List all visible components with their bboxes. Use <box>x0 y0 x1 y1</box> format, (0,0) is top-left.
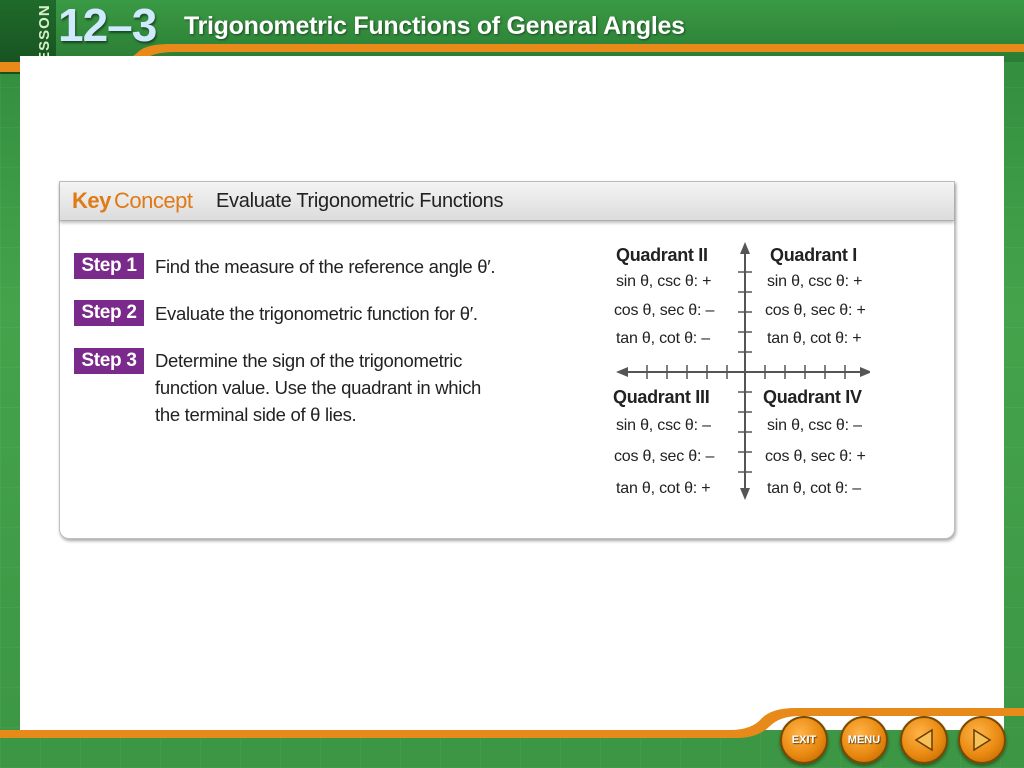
step-1-text: Find the measure of the reference angle … <box>155 253 496 280</box>
lesson-title: Trigonometric Functions of General Angle… <box>184 12 685 40</box>
next-button[interactable] <box>958 716 1006 764</box>
left-triangle-icon <box>914 728 933 752</box>
quadrant-1-row: tan θ, cot θ: + <box>767 330 862 347</box>
key-concept-label-concept: Concept <box>114 188 193 213</box>
step-3-line: function value. Use the quadrant in whic… <box>155 377 482 398</box>
quadrant-2-row: sin θ, csc θ: + <box>616 273 712 290</box>
quadrant-3-row: sin θ, csc θ: – <box>616 417 711 434</box>
exit-label: EXIT <box>791 734 817 746</box>
step-1-line: Find the measure of the reference angle … <box>155 256 496 277</box>
step-3-line: the terminal side of θ lies. <box>155 404 357 425</box>
menu-button[interactable]: MENU <box>840 716 888 764</box>
key-concept-title: Evaluate Trigonometric Functions <box>216 190 504 212</box>
right-triangle-icon <box>973 728 992 752</box>
quadrant-2-title: Quadrant II <box>616 245 708 265</box>
back-button[interactable] <box>900 716 948 764</box>
quadrant-3-row: cos θ, sec θ: – <box>614 448 715 465</box>
quadrant-4-row: sin θ, csc θ: – <box>767 417 862 434</box>
quadrant-2-row: tan θ, cot θ: – <box>616 330 710 347</box>
quadrant-4-row: cos θ, sec θ: + <box>765 448 866 465</box>
quadrant-1-title: Quadrant I <box>770 245 858 265</box>
quadrant-2-row: cos θ, sec θ: – <box>614 302 715 319</box>
quadrant-4-row: tan θ, cot θ: – <box>767 480 861 497</box>
quadrant-1-row: sin θ, csc θ: + <box>767 273 863 290</box>
step-3-text: Determine the sign of the trigonometric … <box>155 347 481 428</box>
key-concept-box: Key Concept Evaluate Trigonometric Funct… <box>59 181 955 539</box>
key-concept-header: Key Concept Evaluate Trigonometric Funct… <box>60 182 954 221</box>
step-3-badge: Step 3 <box>74 348 144 374</box>
quadrant-1-row: cos θ, sec θ: + <box>765 302 866 319</box>
exit-button[interactable]: EXIT <box>780 716 828 764</box>
menu-label: MENU <box>847 734 881 746</box>
step-2-text: Evaluate the trigonometric function for … <box>155 300 478 327</box>
quadrant-3-title: Quadrant III <box>613 387 710 407</box>
quadrant-4-title: Quadrant IV <box>763 387 862 407</box>
step-1-badge: Step 1 <box>74 253 144 279</box>
key-concept-label-key: Key <box>72 188 111 213</box>
step-2-line: Evaluate the trigonometric function for … <box>155 303 478 324</box>
quadrant-3-row: tan θ, cot θ: + <box>616 480 711 497</box>
step-2-badge: Step 2 <box>74 300 144 326</box>
step-3-line: Determine the sign of the trigonometric <box>155 350 463 371</box>
